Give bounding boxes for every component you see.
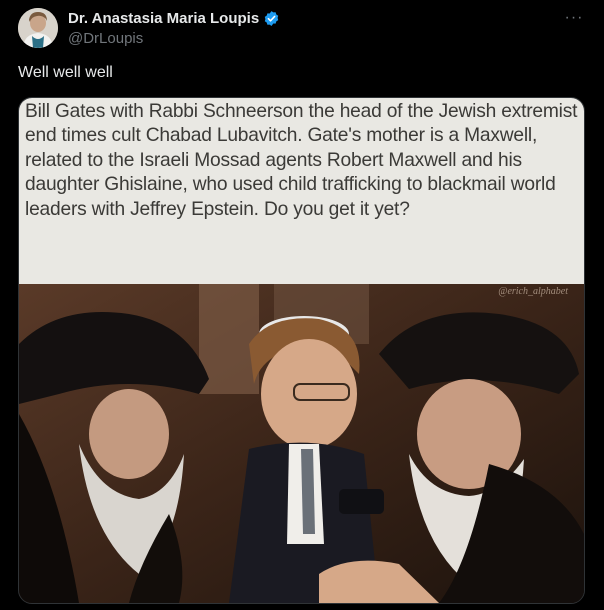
meme-photo [19,284,584,603]
tweet-media[interactable]: Bill Gates with Rabbi Schneerson the hea… [18,97,585,604]
author-handle[interactable]: @DrLoupis [68,30,143,47]
tweet-text: Well well well [18,64,113,81]
tweet: Dr. Anastasia Maria Loupis @DrLoupis ···… [0,0,604,610]
author-row: Dr. Anastasia Maria Loupis [68,10,280,27]
avatar[interactable] [18,8,58,48]
author-name[interactable]: Dr. Anastasia Maria Loupis [68,10,259,27]
verified-badge-icon [263,10,280,27]
avatar-image [18,8,58,48]
meme-caption-area: Bill Gates with Rabbi Schneerson the hea… [19,98,584,284]
meme-watermark: @erich_alphabet [498,286,568,297]
meme-caption: Bill Gates with Rabbi Schneerson the hea… [25,101,578,220]
more-options-icon[interactable]: ··· [560,8,588,28]
